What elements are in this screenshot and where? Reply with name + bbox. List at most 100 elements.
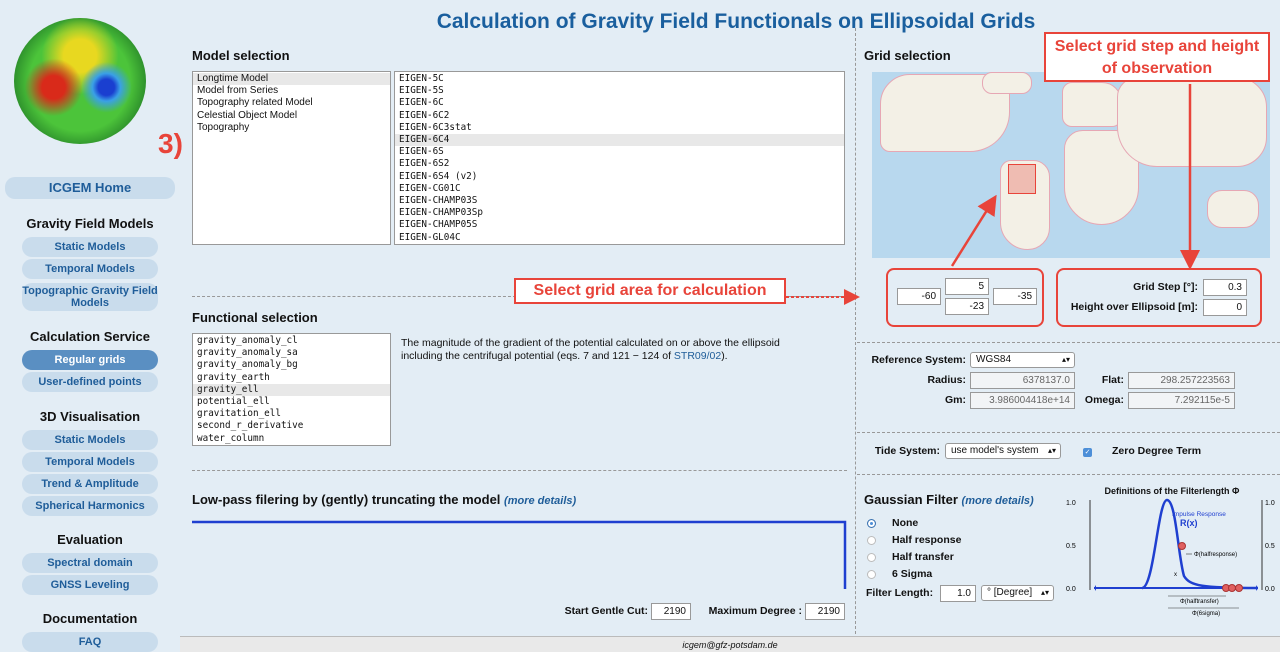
filter-plot-title: Definitions of the Filterlength Φ (1104, 486, 1240, 496)
nav-heading-evaluation: Evaluation (57, 532, 123, 547)
nav-gnss-leveling[interactable]: GNSS Leveling (22, 575, 158, 595)
model-option[interactable]: EIGEN-CHAMP05S (395, 219, 844, 231)
select-arrow-icon: ▴▾ (1047, 446, 1056, 455)
model-option[interactable]: EIGEN-6S (395, 146, 844, 158)
divider (192, 470, 847, 471)
model-category-option[interactable]: Topography (193, 122, 390, 134)
y-tick-label: 1.0 (1066, 500, 1076, 507)
reference-system-label: Reference System: (871, 354, 966, 366)
nav-static-models[interactable]: Static Models (22, 237, 158, 257)
filter-6-sigma-radio[interactable] (867, 570, 876, 579)
model-option[interactable]: EIGEN-5C (395, 73, 844, 85)
functional-list[interactable]: gravity_anomaly_cl gravity_anomaly_sa grav… (192, 333, 391, 446)
lowpass-more-details-link[interactable]: (more details) (504, 495, 576, 507)
model-list[interactable]: EIGEN-5C EIGEN-5S EIGEN-6C EIGEN-6C2 EIGEN-6… (394, 71, 845, 245)
model-option[interactable]: EIGEN-6C (395, 97, 844, 109)
functional-option[interactable]: potential_ell (193, 396, 390, 408)
functional-option[interactable]: gravity_earth (193, 372, 390, 384)
model-option[interactable]: EIGEN-6C4 (395, 134, 844, 147)
callout-arrows (786, 84, 1200, 305)
model-option[interactable]: EIGEN-6S4 (v2) (395, 171, 844, 183)
gaussian-more-details-link[interactable]: (more details) (962, 495, 1034, 507)
lowpass-heading: Low-pass filering by (gently) truncating… (192, 492, 577, 507)
tide-system-select[interactable]: use model's system ▴▾ (945, 443, 1061, 459)
nav-topographic-models[interactable]: Topographic Gravity Field Models (22, 283, 158, 311)
sixsigma-label: Φ(6sigma) (1192, 611, 1220, 617)
filter-unit-select[interactable]: ° [Degree] ▴▾ (981, 585, 1054, 601)
nav-spectral-domain[interactable]: Spectral domain (22, 553, 158, 573)
footer-email[interactable]: icgem@gfz-potsdam.de (682, 640, 777, 650)
y-tick-label-right: 1.0 (1265, 500, 1275, 507)
reference-system-select[interactable]: WGS84 ▴▾ (970, 352, 1075, 368)
functional-option[interactable]: gravity_anomaly_cl (193, 335, 390, 347)
tide-system-label: Tide System: (874, 445, 940, 457)
nav-heading-documentation: Documentation (42, 611, 138, 626)
nav-spherical-harmonics[interactable]: Spherical Harmonics (22, 496, 158, 516)
model-option[interactable]: EIGEN-CG01C (395, 183, 844, 195)
divider (857, 342, 1280, 343)
nav-3d-temporal-models[interactable]: Temporal Models (22, 452, 158, 472)
nav-regular-grids[interactable]: Regular grids (22, 350, 158, 370)
zero-degree-checkbox[interactable]: ✓ (1083, 448, 1092, 457)
nav-heading-calculation-service: Calculation Service (30, 329, 150, 344)
halftransfer-label: Φ(halftransfer) (1180, 599, 1219, 605)
zero-degree-label: Zero Degree Term (1112, 445, 1202, 457)
filter-none-label: None (892, 517, 919, 529)
model-selection-heading: Model selection (192, 48, 290, 63)
divider (857, 474, 1280, 475)
select-arrow-icon: ▴▾ (1040, 588, 1049, 597)
model-option[interactable]: EIGEN-6C2 (395, 110, 844, 122)
maximum-degree-label: Maximum Degree : (708, 605, 802, 617)
nav-user-defined-points[interactable]: User-defined points (22, 372, 158, 392)
radius-label: Radius: (927, 374, 966, 386)
functional-option[interactable]: gravity_ell (193, 383, 390, 397)
nav-temporal-models[interactable]: Temporal Models (22, 259, 158, 279)
functional-option[interactable]: gravity_anomaly_sa (193, 347, 390, 359)
footer: icgem@gfz-potsdam.de (180, 636, 1280, 652)
filter-definition-plot: 1.0 0.5 0.0 1.0 0.5 0.0 Impulse Response… (1066, 498, 1275, 617)
model-category-option[interactable]: Topography related Model (193, 97, 390, 109)
impulse-response-label: Impulse Response (1172, 511, 1226, 518)
nav-trend-amplitude[interactable]: Trend & Amplitude (22, 474, 158, 494)
flat-label: Flat: (1101, 374, 1124, 386)
functional-option[interactable]: second_r_derivative (193, 420, 390, 432)
gravity-globe-logo (14, 18, 146, 144)
filter-half-response-radio[interactable] (867, 536, 876, 545)
model-category-option[interactable]: Model from Series (193, 85, 390, 97)
grid-area-callout: Select grid area for calculation (514, 278, 786, 304)
functional-option[interactable]: water_column (193, 433, 390, 445)
gm-value: 3.986004418e+14 (970, 392, 1075, 409)
nav-3d-static-models[interactable]: Static Models (22, 430, 158, 450)
halfresponse-label: Φ(halfresponse) (1194, 552, 1237, 558)
filter-6-sigma-label: 6 Sigma (892, 568, 933, 580)
filter-length-label: Filter Length: (866, 587, 934, 599)
select-arrow-icon: ▴▾ (1061, 355, 1070, 364)
sidebar: 3) ICGEM Home Gravity Field Models Stati… (0, 0, 183, 652)
functional-option[interactable]: gravitation_ell (193, 408, 390, 420)
nav-heading-gravity-field-models: Gravity Field Models (26, 216, 154, 231)
model-option[interactable]: EIGEN-5S (395, 85, 844, 97)
model-option[interactable]: EIGEN-CHAMP03Sp (395, 207, 844, 219)
y-tick-label-right: 0.0 (1265, 586, 1275, 593)
model-category-list[interactable]: Longtime Model Model from Series Topograph… (192, 71, 391, 245)
maximum-degree-input[interactable]: 2190 (805, 603, 845, 620)
y-tick-label-right: 0.5 (1265, 543, 1275, 550)
nav-heading-3d-visualisation: 3D Visualisation (39, 409, 141, 424)
step-marker: 3) (158, 128, 183, 159)
model-option[interactable]: EIGEN-6S2 (395, 158, 844, 170)
x-label: x (1174, 572, 1177, 578)
filter-half-transfer-radio[interactable] (867, 553, 876, 562)
grid-selection-heading: Grid selection (864, 48, 951, 63)
model-category-option[interactable]: Longtime Model (193, 73, 390, 86)
y-tick-label: 0.0 (1066, 586, 1076, 593)
functional-option[interactable]: gravity_anomaly_bg (193, 359, 390, 371)
model-option[interactable]: EIGEN-6C3stat (395, 122, 844, 134)
filter-length-input[interactable]: 1.0 (940, 585, 976, 602)
str0902-link[interactable]: STR09/02 (674, 350, 721, 362)
nav-faq[interactable]: FAQ (22, 632, 158, 652)
model-option[interactable]: EIGEN-GL04C (395, 232, 844, 244)
model-category-option[interactable]: Celestial Object Model (193, 110, 390, 122)
filter-none-radio[interactable] (867, 519, 876, 528)
nav-icgem-home[interactable]: ICGEM Home (5, 177, 175, 199)
model-option[interactable]: EIGEN-CHAMP03S (395, 195, 844, 207)
